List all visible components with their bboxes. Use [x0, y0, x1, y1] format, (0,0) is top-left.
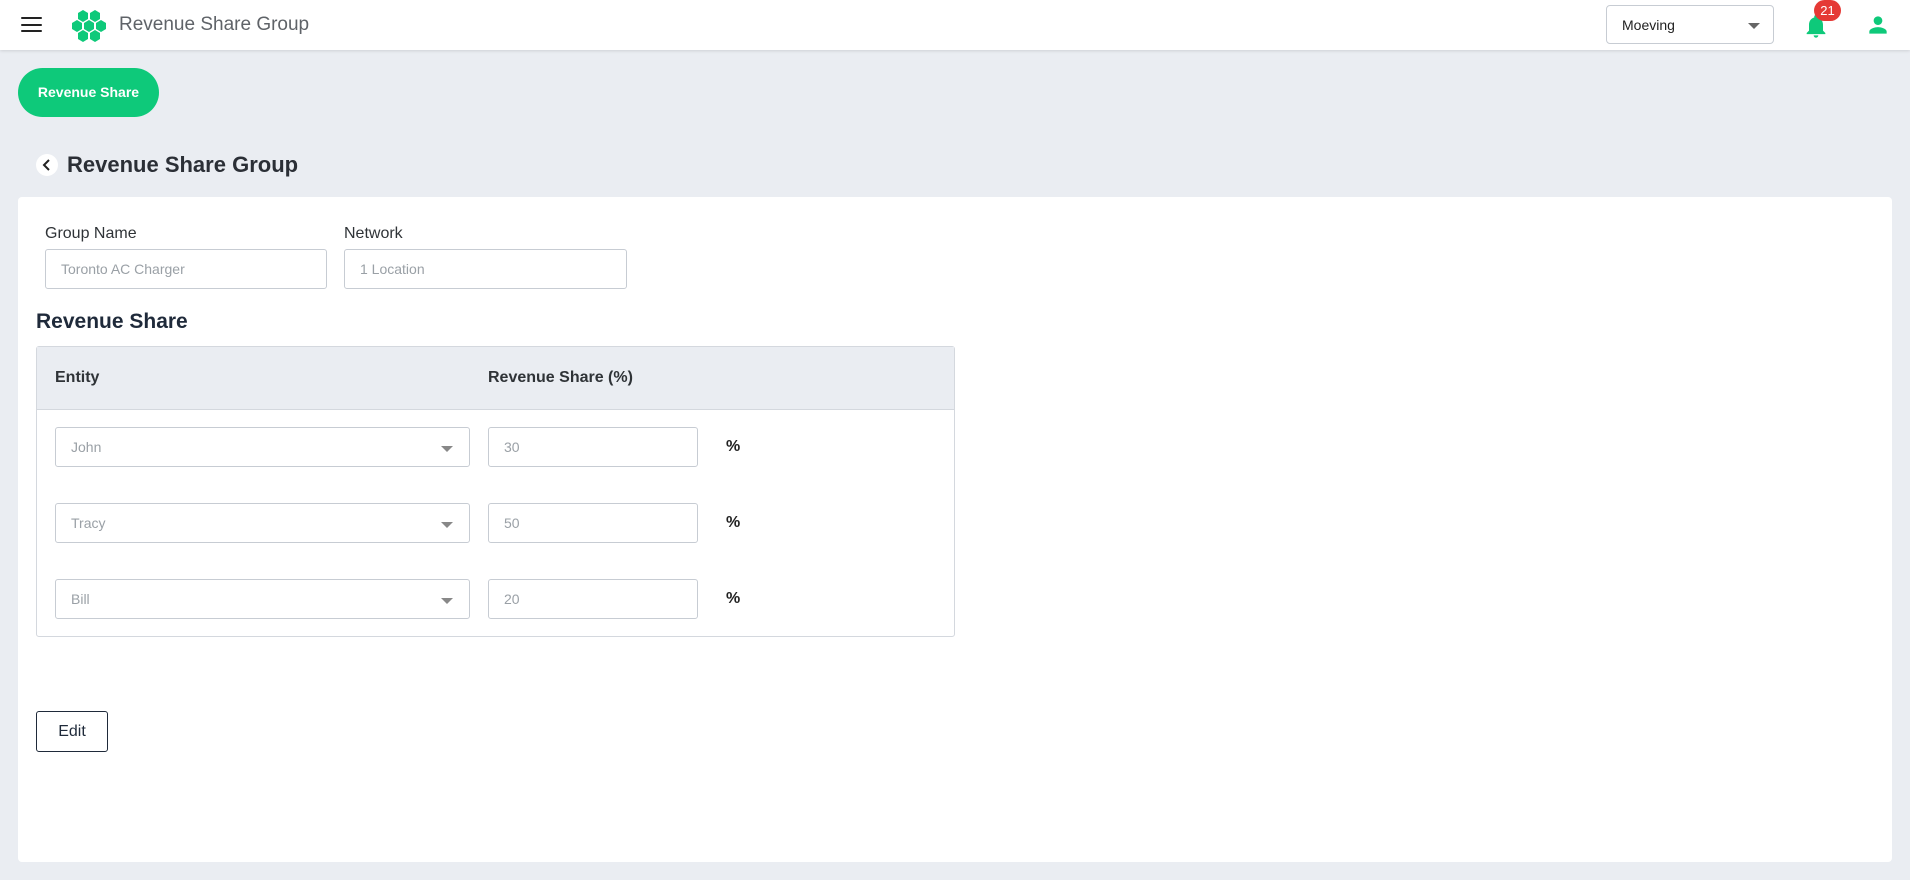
table-header: Entity Revenue Share (%) — [37, 347, 954, 410]
chevron-down-icon — [441, 446, 453, 452]
percent-sign: % — [726, 590, 741, 607]
user-icon[interactable] — [1865, 12, 1891, 38]
revenue-share-input[interactable]: 50 — [488, 503, 698, 543]
revenue-share-button[interactable]: Revenue Share — [18, 68, 159, 117]
percent-sign: % — [726, 438, 741, 455]
menu-icon[interactable] — [21, 17, 42, 32]
entity-select-value: John — [71, 439, 102, 455]
entity-select[interactable]: Bill — [55, 579, 470, 619]
percent-sign: % — [726, 514, 741, 531]
revenue-share-input[interactable]: 30 — [488, 427, 698, 467]
page-title: Revenue Share Group — [67, 152, 299, 177]
revenue-share-column-header: Revenue Share (%) — [488, 369, 633, 386]
entity-select[interactable]: Tracy — [55, 503, 470, 543]
entity-select-value: Bill — [71, 591, 90, 607]
entity-select-value: Tracy — [71, 515, 106, 531]
top-bar: Revenue Share Group Moeving 21 — [0, 0, 1910, 50]
notification-badge: 21 — [1814, 0, 1841, 21]
organization-select[interactable]: Moeving — [1606, 5, 1774, 44]
chevron-left-icon — [42, 159, 50, 171]
network-field[interactable]: 1 Location — [344, 249, 627, 289]
revenue-share-table: Entity Revenue Share (%) John 30 % Tracy… — [36, 346, 955, 637]
group-name-field[interactable]: Toronto AC Charger — [45, 249, 327, 289]
logo-icon — [72, 10, 106, 42]
app-title: Revenue Share Group — [119, 14, 310, 35]
revenue-share-input[interactable]: 20 — [488, 579, 698, 619]
chevron-down-icon — [1748, 23, 1760, 29]
group-name-label: Group Name — [45, 225, 137, 242]
back-button[interactable] — [36, 154, 58, 176]
form-card: Group Name Toronto AC Charger Network 1 … — [18, 197, 1892, 862]
chevron-down-icon — [441, 522, 453, 528]
network-label: Network — [344, 225, 403, 242]
revenue-share-section-title: Revenue Share — [36, 310, 188, 333]
edit-button[interactable]: Edit — [36, 711, 108, 752]
entity-column-header: Entity — [55, 369, 100, 386]
chevron-down-icon — [441, 598, 453, 604]
organization-select-value: Moeving — [1622, 17, 1675, 33]
entity-select[interactable]: John — [55, 427, 470, 467]
